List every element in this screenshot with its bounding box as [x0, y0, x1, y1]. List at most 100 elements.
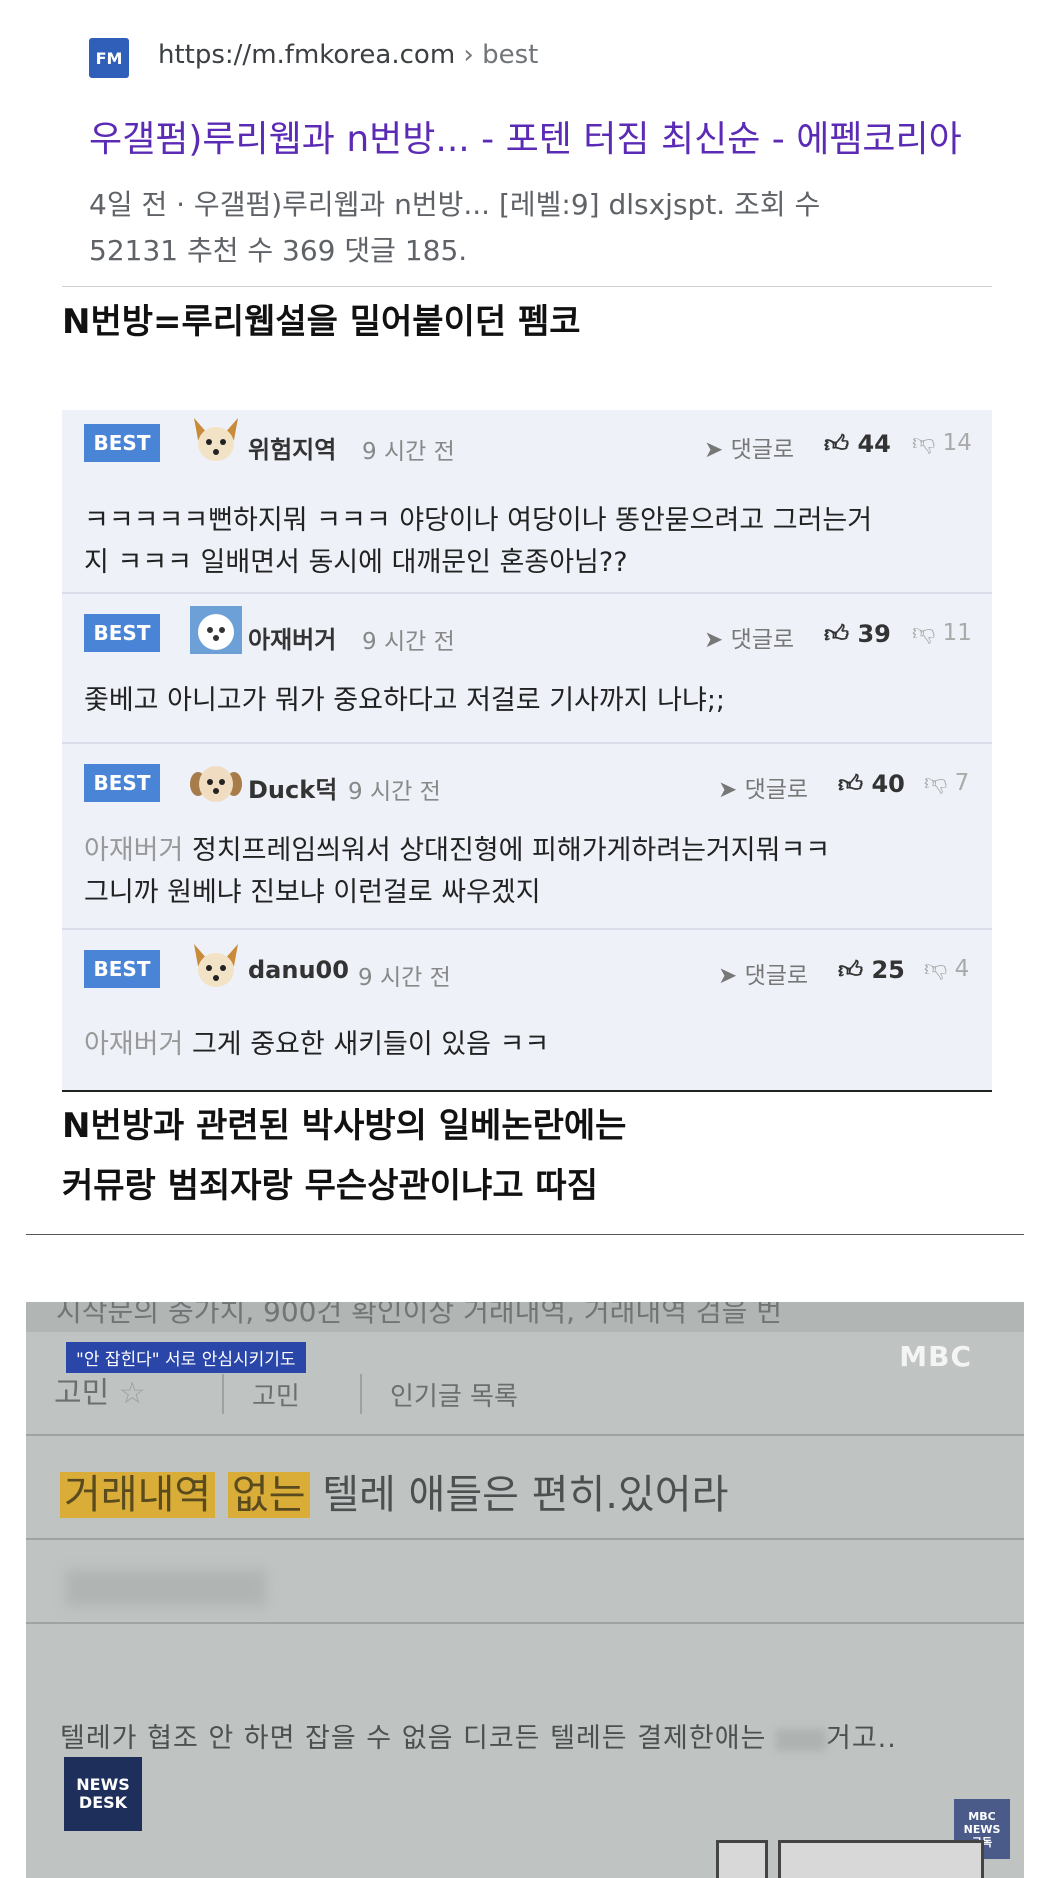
- url-text: https://m.fmkorea.com: [158, 40, 456, 70]
- divider: [62, 1090, 992, 1092]
- upvote-button[interactable]: 👍︎ 40: [838, 770, 905, 799]
- comment-line: ㅋㅋㅋㅋㅋ뻔하지뭐 ㅋㅋㅋ 야당이나 여당이나 똥안묻으려고 그러는거: [84, 505, 873, 536]
- reply-arrow-icon: ➤: [718, 963, 745, 989]
- result-url[interactable]: https://m.fmkorea.com › best: [158, 40, 538, 70]
- comment-text: 아재버거 그게 중요한 새키들이 있음 ㅋㅋ: [84, 1024, 974, 1066]
- reply-arrow-icon: ➤: [704, 627, 731, 653]
- comment-time: 9 시간 전: [362, 439, 455, 465]
- comment-line-text: 그게 중요한 새키들이 있음 ㅋㅋ: [183, 1029, 550, 1060]
- comment-username[interactable]: Duck덕: [248, 770, 337, 805]
- comment-text: ㅋㅋㅋㅋㅋ뻔하지뭐 ㅋㅋㅋ 야당이나 여당이나 똥안묻으려고 그러는거 지 ㅋㅋ…: [84, 500, 974, 584]
- post-headline: 거래내역 없는 텔레 애들은 편히.있어라: [60, 1462, 728, 1520]
- fox-avatar-icon: [194, 418, 238, 461]
- post-body-line: 텔레가 협조 안 하면 잡을 수 없음 디코든 텔레든 결제한애는 거고..: [60, 1716, 897, 1755]
- caption-2-line-1: N번방과 관련된 박사방의 일베논란에는: [62, 1106, 627, 1146]
- top-strip-text: 시작문의 중가치, 900건 확인이상 거래내역, 거래내역 검을 번: [56, 1302, 783, 1328]
- highlight-text: 거래내역: [60, 1472, 216, 1518]
- blurred-word: [775, 1728, 826, 1751]
- newsdesk-logo: NEWS DESK: [64, 1757, 142, 1831]
- body-text: 텔레가 협조 안 하면 잡을 수 없음 디코든 텔레든 결제한애는: [60, 1723, 776, 1754]
- reply-button[interactable]: ➤ 댓글로: [704, 430, 794, 464]
- reply-button[interactable]: ➤ 댓글로: [718, 770, 808, 804]
- puppy-avatar-icon: [190, 766, 242, 802]
- board-title: 고민 ☆: [54, 1368, 146, 1412]
- button-fragment: [716, 1840, 768, 1878]
- post-divider: [26, 1622, 1024, 1624]
- news-screenshot: 시작문의 중가치, 900건 확인이상 거래내역, 거래내역 검을 번 "안 잡…: [26, 1302, 1024, 1878]
- result-title-link[interactable]: 우갤펌)루리웹과 n번방... - 포텐 터짐 최신순 - 에펨코리아: [89, 110, 962, 162]
- downvote-button[interactable]: 👎︎ 7: [924, 770, 969, 797]
- sub-line: NEWS: [963, 1822, 1001, 1836]
- reply-label: 댓글로: [730, 627, 795, 653]
- dog-avatar-icon: [190, 606, 242, 654]
- comment-text: 아재버거 정치프레임씌워서 상대진형에 피해가게하려는거지뭐ㅋㅋ 그니까 원베냐…: [84, 830, 974, 914]
- thumb-down-icon: 👎︎: [924, 770, 948, 796]
- comment-time: 9 시간 전: [362, 629, 455, 655]
- thumb-down-icon: 👎︎: [912, 430, 936, 456]
- comment-line: 좇베고 아니고가 뭐가 중요하다고 저걸로 기사까지 나냐;;: [84, 685, 726, 716]
- upvote-button[interactable]: 👍︎ 25: [838, 956, 905, 985]
- comment-item: BEST 위험지역 9 시간 전 ➤ 댓글로 👍︎ 44 👎︎ 14 ㅋㅋㅋㅋㅋ…: [62, 410, 992, 594]
- comment-username[interactable]: 위험지역: [248, 430, 336, 465]
- sub-line: MBC: [968, 1809, 996, 1823]
- fox-avatar-icon: [194, 944, 238, 987]
- headline-text: 텔레 애들은 편히.있어라: [309, 1472, 729, 1518]
- best-badge: BEST: [84, 614, 160, 652]
- button-fragment: [778, 1840, 984, 1878]
- thumb-down-icon: 👎︎: [912, 620, 936, 646]
- downvote-button[interactable]: 👎︎ 11: [912, 620, 972, 647]
- upvote-count: 44: [857, 430, 891, 458]
- thumb-up-icon: 👍︎: [838, 770, 864, 798]
- news-top-strip: 시작문의 중가치, 900건 확인이상 거래내역, 거래내역 검을 번: [26, 1302, 1024, 1332]
- best-badge: BEST: [84, 764, 160, 802]
- reply-button[interactable]: ➤ 댓글로: [704, 620, 794, 654]
- board-name: 고민: [54, 1376, 110, 1411]
- divider: [26, 1234, 1024, 1235]
- comment-time: 9 시간 전: [348, 779, 441, 805]
- body-text: 거고..: [825, 1723, 897, 1754]
- caption-2-line-2: 커뮤랑 범죄자랑 무슨상관이냐고 따짐: [62, 1166, 598, 1206]
- reply-arrow-icon: ➤: [718, 777, 745, 803]
- comment-username[interactable]: danu00: [248, 956, 349, 984]
- upvote-button[interactable]: 👍︎ 39: [824, 620, 891, 649]
- downvote-button[interactable]: 👎︎ 14: [912, 430, 972, 457]
- thumb-up-icon: 👍︎: [824, 620, 850, 648]
- reply-target[interactable]: 아재버거: [84, 835, 183, 866]
- best-badge: BEST: [84, 424, 160, 462]
- comment-line: 아재버거 그게 중요한 새키들이 있음 ㅋㅋ: [84, 1024, 974, 1066]
- comment-line: 그니까 원베냐 진보냐 이런걸로 싸우겠지: [84, 877, 541, 908]
- comment-list: BEST 위험지역 9 시간 전 ➤ 댓글로 👍︎ 44 👎︎ 14 ㅋㅋㅋㅋㅋ…: [62, 410, 992, 1090]
- downvote-count: 7: [954, 770, 970, 796]
- broadcaster-logo: MBC: [899, 1340, 972, 1373]
- downvote-button[interactable]: 👎︎ 4: [924, 956, 969, 983]
- caption-1: N번방=루리웹설을 밀어붙이던 펨코: [62, 302, 581, 342]
- upvote-count: 25: [871, 956, 905, 984]
- upvote-button[interactable]: 👍︎ 44: [824, 430, 891, 459]
- result-snippet: 4일 전 · 우갤펌)루리웹과 n번방... [레벨:9] dlsxjspt. …: [89, 182, 949, 274]
- comment-line: 아재버거 정치프레임씌워서 상대진형에 피해가게하려는거지뭐ㅋㅋ: [84, 830, 974, 872]
- nav-link-gomin: 고민: [252, 1382, 300, 1412]
- star-icon: ☆: [118, 1376, 146, 1411]
- nav-separator: [222, 1374, 224, 1414]
- thumb-up-icon: 👍︎: [824, 430, 850, 458]
- board-divider: [26, 1434, 1024, 1436]
- reply-target[interactable]: 아재버거: [84, 1029, 183, 1060]
- upvote-count: 40: [871, 770, 905, 798]
- downvote-count: 4: [954, 956, 970, 982]
- downvote-count: 14: [942, 430, 972, 456]
- comment-time: 9 시간 전: [358, 965, 451, 991]
- comment-username[interactable]: 아재버거: [248, 620, 336, 655]
- reply-arrow-icon: ➤: [704, 437, 731, 463]
- reply-label: 댓글로: [744, 963, 809, 989]
- url-breadcrumb: › best: [455, 40, 539, 70]
- nav-separator: [360, 1374, 362, 1414]
- best-badge: BEST: [84, 950, 160, 988]
- snippet-line-2: 52131 추천 수 369 댓글 185.: [89, 234, 468, 267]
- comment-item: BEST 아재버거 9 시간 전 ➤ 댓글로 👍︎ 39 👎︎ 11 좇베고 아…: [62, 592, 992, 744]
- reply-button[interactable]: ➤ 댓글로: [718, 956, 808, 990]
- post-divider: [26, 1538, 1024, 1540]
- comment-text: 좇베고 아니고가 뭐가 중요하다고 저걸로 기사까지 나냐;;: [84, 680, 974, 722]
- divider: [62, 286, 992, 287]
- reply-label: 댓글로: [730, 437, 795, 463]
- logo-line: NEWS: [76, 1775, 130, 1794]
